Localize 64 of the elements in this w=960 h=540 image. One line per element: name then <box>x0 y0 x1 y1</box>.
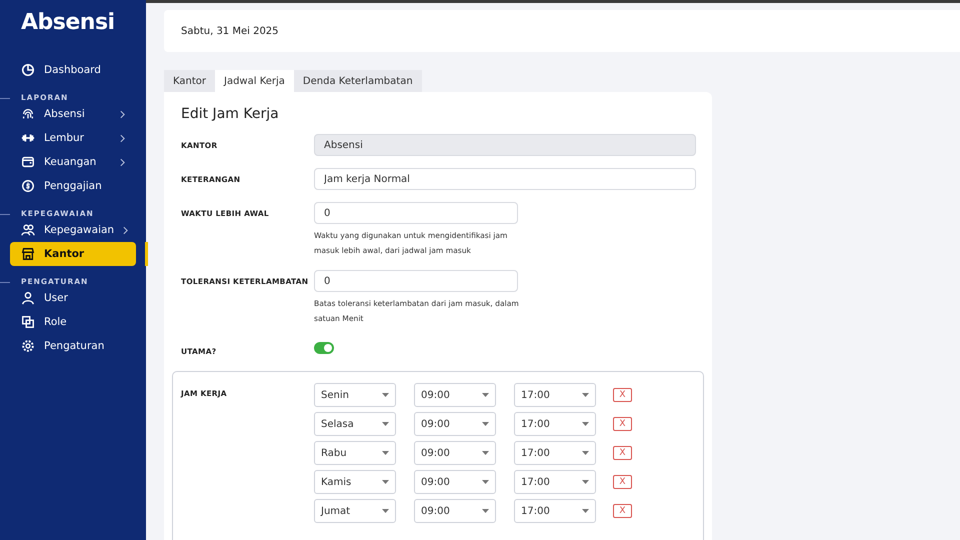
start-time-select[interactable]: 09:00 <box>414 412 496 436</box>
sidebar-item[interactable]: Absensi <box>10 102 136 126</box>
tab[interactable]: Kantor <box>164 70 215 92</box>
people-icon <box>21 223 35 237</box>
sidebar-item[interactable]: Lembur <box>10 126 136 150</box>
remove-button[interactable]: X <box>613 504 632 518</box>
tab[interactable]: Jadwal Kerja <box>215 70 294 92</box>
end-time-select[interactable]: 17:00 <box>514 412 596 436</box>
sidebar-item[interactable]: Kepegawaian <box>10 218 136 242</box>
settings-icon <box>21 339 35 353</box>
day-select[interactable]: Senin <box>314 383 396 407</box>
dropdown-caret-icon <box>582 480 589 484</box>
dropdown-caret-icon <box>582 393 589 397</box>
form-title: Edit Jam Kerja <box>181 106 280 122</box>
number-field[interactable]: 0 <box>314 270 518 292</box>
end-time-select[interactable]: 17:00 <box>514 441 596 465</box>
end-time-select[interactable]: 17:00 <box>514 499 596 523</box>
remove-button[interactable]: X <box>613 475 632 489</box>
overlapping-squares-icon <box>21 315 35 329</box>
sidebar-item[interactable]: Role <box>10 310 136 334</box>
sidebar-item[interactable]: Pengaturan <box>10 334 136 358</box>
day-select[interactable]: Jumat <box>314 499 396 523</box>
dropdown-caret-icon <box>482 509 489 513</box>
end-time-select[interactable]: 17:00 <box>514 470 596 494</box>
dropdown-caret-icon <box>382 393 389 397</box>
day-select[interactable]: Kamis <box>314 470 396 494</box>
sidebar-item[interactable]: Dashboard <box>10 58 136 82</box>
end-time-select[interactable]: 17:00 <box>514 383 596 407</box>
fingerprint-icon <box>21 107 35 121</box>
readonly-field[interactable]: Absensi <box>314 134 696 156</box>
wallet-icon <box>21 155 35 169</box>
user-icon <box>21 291 35 305</box>
day-select[interactable]: Selasa <box>314 412 396 436</box>
remove-button[interactable]: X <box>613 417 632 431</box>
current-date: Sabtu, 31 Mei 2025 <box>181 26 279 36</box>
number-field[interactable]: 0 <box>314 202 518 224</box>
tab[interactable]: Denda Keterlambatan <box>294 70 422 92</box>
sidebar-item[interactable]: Penggajian <box>10 174 136 198</box>
toggle-switch[interactable] <box>314 342 334 354</box>
sidebar-item[interactable]: User <box>10 286 136 310</box>
active-indicator <box>145 242 148 266</box>
dropdown-caret-icon <box>382 422 389 426</box>
remove-button[interactable]: X <box>613 388 632 402</box>
dropdown-caret-icon <box>382 451 389 455</box>
start-time-select[interactable]: 09:00 <box>414 383 496 407</box>
dropdown-caret-icon <box>582 422 589 426</box>
pie-chart-icon <box>21 63 35 77</box>
dropdown-caret-icon <box>582 451 589 455</box>
dropdown-caret-icon <box>482 422 489 426</box>
dollar-coin-icon <box>21 179 35 193</box>
remove-button[interactable]: X <box>613 446 632 460</box>
store-icon <box>21 247 35 261</box>
day-select[interactable]: Rabu <box>314 441 396 465</box>
dropdown-caret-icon <box>482 480 489 484</box>
dropdown-caret-icon <box>382 509 389 513</box>
start-time-select[interactable]: 09:00 <box>414 499 496 523</box>
start-time-select[interactable]: 09:00 <box>414 441 496 465</box>
dropdown-caret-icon <box>482 451 489 455</box>
dropdown-caret-icon <box>482 393 489 397</box>
dropdown-caret-icon <box>582 509 589 513</box>
sidebar-item[interactable]: Keuangan <box>10 150 136 174</box>
app-logo: Absensi <box>20 9 116 37</box>
start-time-select[interactable]: 09:00 <box>414 470 496 494</box>
dropdown-caret-icon <box>382 480 389 484</box>
